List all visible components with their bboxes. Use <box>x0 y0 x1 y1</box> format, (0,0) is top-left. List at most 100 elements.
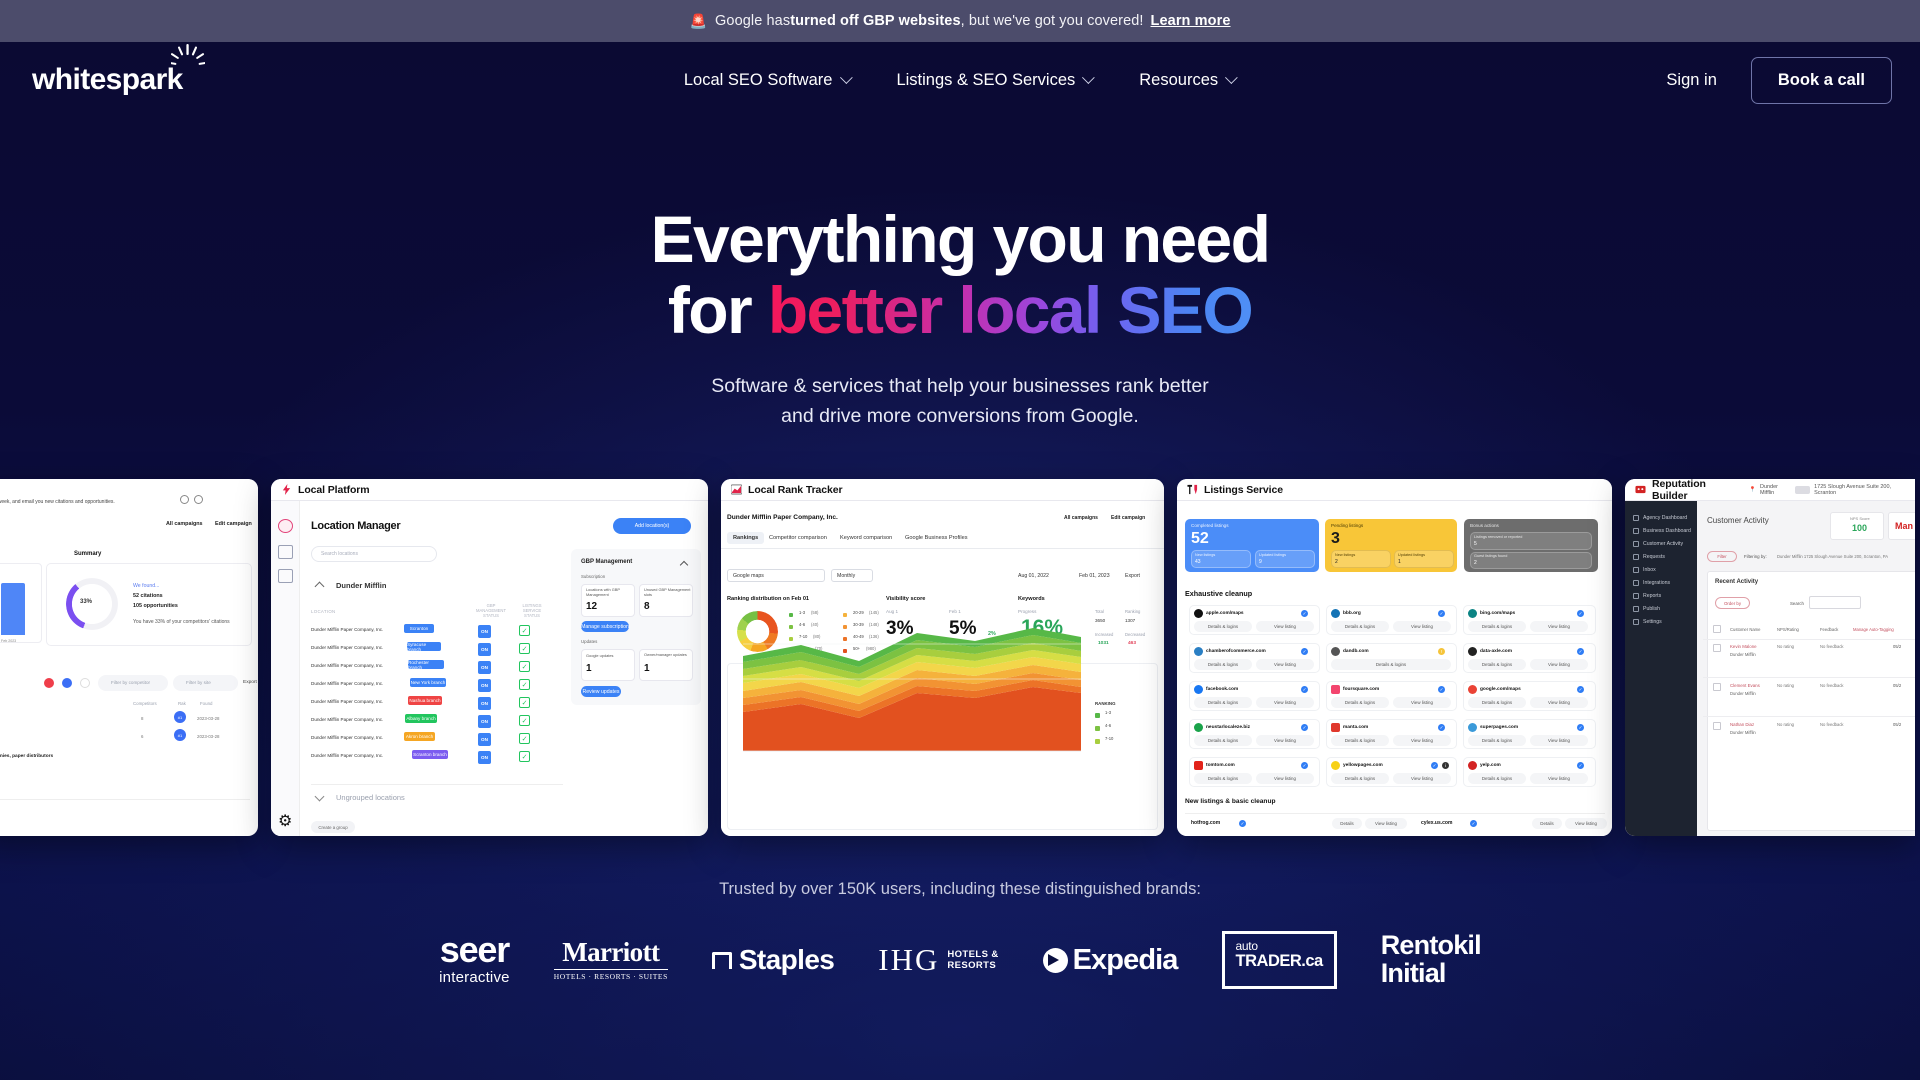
section-exhaustive-cleanup: Exhaustive cleanup <box>1185 589 1253 598</box>
view-listing-button[interactable]: View listing <box>1256 697 1314 708</box>
customer-name[interactable]: Kevin Malone <box>1730 644 1757 649</box>
order-by-button[interactable]: Order by <box>1715 597 1750 609</box>
rentokil-word2: Initial <box>1380 958 1447 988</box>
view-listing-button[interactable]: View listing <box>1530 735 1588 746</box>
details-logins-button[interactable]: Details & logins <box>1468 697 1526 708</box>
row-checkbox[interactable] <box>1713 722 1721 730</box>
whitespark-logo[interactable]: whitespark <box>32 44 205 95</box>
sidebar-item-integrations[interactable]: Integrations <box>1633 580 1670 586</box>
ranking-area-chart <box>743 628 1081 752</box>
all-campaigns-link[interactable]: All campaigns <box>166 521 203 527</box>
details-logins-button[interactable]: Details & logins <box>1331 697 1389 708</box>
autotrader-badge: auto TRADER.ca <box>1221 930 1337 990</box>
details-logins-button[interactable]: Details & logins <box>1331 773 1389 784</box>
col-found: Found <box>200 701 213 706</box>
sign-in-link[interactable]: Sign in <box>1666 71 1716 90</box>
details-logins-button[interactable]: Details & logins <box>1194 773 1252 784</box>
gear-icon[interactable] <box>180 495 189 504</box>
row-checkbox[interactable] <box>1713 683 1721 691</box>
chevron-down-icon[interactable] <box>314 791 325 802</box>
row-competitors: 8 <box>141 716 144 721</box>
view-listing-button[interactable]: View listing <box>1256 735 1314 746</box>
view-listing-button[interactable]: View listing <box>1530 697 1588 708</box>
edit-campaign-link[interactable]: Edit campaign <box>215 521 252 527</box>
manage-subscription-button[interactable]: Manage subscription <box>581 621 629 632</box>
create-group-button[interactable]: Create a group <box>311 821 355 833</box>
learn-more-link[interactable]: Learn more <box>1151 13 1231 29</box>
details-button[interactable]: Details <box>1532 818 1562 829</box>
customer-name[interactable]: Nathan Diaz <box>1730 722 1754 727</box>
kpi1-sub2-value: 9 <box>1259 559 1262 565</box>
gbp-status: ON <box>478 625 491 638</box>
card-local-rank-tracker[interactable]: Local Rank Tracker Dunder Mifflin Paper … <box>721 479 1164 836</box>
sidebar-item-inbox[interactable]: Inbox <box>1633 567 1656 573</box>
row-checkbox[interactable] <box>1713 644 1721 652</box>
view-listing-button[interactable]: View listing <box>1365 818 1407 829</box>
location-meta: 📍 Dunder Mifflin 1725 Slough Avenue Suit… <box>1749 484 1905 496</box>
view-listing-button[interactable]: View listing <box>1393 735 1451 746</box>
view-listing-button[interactable]: View listing <box>1530 773 1588 784</box>
sidebar-item-customer-activity[interactable]: Customer Activity <box>1633 541 1683 547</box>
filter-button[interactable]: Filter <box>1707 551 1737 562</box>
view-listing-button[interactable]: View listing <box>1393 773 1451 784</box>
view-listing-button[interactable]: View listing <box>1530 659 1588 670</box>
card-citation-campaign[interactable]: Campaigns keep your work organized, run … <box>0 479 258 836</box>
book-a-call-button[interactable]: Book a call <box>1750 56 1892 104</box>
details-logins-button[interactable]: Details & logins <box>1468 773 1526 784</box>
details-logins-button[interactable]: Details & logins <box>1331 659 1451 670</box>
sidebar-icon-store[interactable] <box>278 569 293 583</box>
upd2-value: 1 <box>644 663 650 674</box>
logo-marriott: Marriott HOTELS · RESORTS · SUITES <box>553 939 668 981</box>
sidebar-icon-listings[interactable] <box>278 545 293 559</box>
card-listings-service[interactable]: Listings Service Completed listings 52 N… <box>1177 479 1612 836</box>
view-listing-button[interactable]: View listing <box>1393 621 1451 632</box>
sidebar-item-requests[interactable]: Requests <box>1633 554 1665 560</box>
card-local-platform[interactable]: Local Platform ⚙ Location Manager Add lo… <box>271 479 708 836</box>
details-logins-button[interactable]: Details & logins <box>1194 735 1252 746</box>
view-listing-button[interactable]: View listing <box>1393 697 1451 708</box>
row-rank-badge: #1 <box>174 729 186 741</box>
chevron-up-icon[interactable] <box>314 581 325 592</box>
help-icon[interactable] <box>194 495 203 504</box>
details-logins-button[interactable]: Details & logins <box>1194 659 1252 670</box>
nav-resources[interactable]: Resources <box>1139 71 1239 90</box>
sidebar-item-reports[interactable]: Reports <box>1633 593 1661 599</box>
kpi1-sub2-label: Updated listings <box>1259 553 1287 557</box>
legend-dot <box>1095 726 1100 731</box>
card-reputation-builder[interactable]: Reputation Builder 📍 Dunder Mifflin 1725… <box>1625 479 1915 836</box>
directory-name: neustarlocaleze.biz <box>1206 725 1250 730</box>
rentokil-lockup: Rentokil Initial <box>1380 932 1482 988</box>
view-listing-button[interactable]: View listing <box>1256 773 1314 784</box>
directory-favicon <box>1331 609 1340 618</box>
publish-icon <box>1633 606 1639 612</box>
view-listing-button[interactable]: View listing <box>1530 621 1588 632</box>
details-logins-button[interactable]: Details & logins <box>1194 621 1252 632</box>
details-button[interactable]: Details <box>1332 818 1362 829</box>
sidebar-item-agency-dashboard[interactable]: Agency Dashboard <box>1633 515 1687 521</box>
gear-icon[interactable]: ⚙ <box>278 811 293 830</box>
customer-name[interactable]: Clement Evans <box>1730 683 1760 688</box>
sidebar-item-publish[interactable]: Publish <box>1633 606 1660 612</box>
sidebar-icon-locations[interactable] <box>278 519 293 533</box>
select-all-checkbox[interactable] <box>1713 625 1721 633</box>
nav-listings-seo-services[interactable]: Listings & SEO Services <box>896 71 1096 90</box>
customer-date: 05/2 <box>1893 683 1902 688</box>
details-logins-button[interactable]: Details & logins <box>1468 659 1526 670</box>
add-location-button[interactable]: Add location(s) <box>613 518 691 534</box>
directory-name: superpages.com <box>1480 725 1519 730</box>
details-logins-button[interactable]: Details & logins <box>1468 735 1526 746</box>
export-button[interactable]: Export <box>243 680 257 685</box>
review-updates-button[interactable]: Review updates <box>581 686 621 697</box>
search-input[interactable] <box>1809 596 1861 609</box>
seer-wordmark: seer <box>439 929 510 971</box>
view-listing-button[interactable]: View listing <box>1256 659 1314 670</box>
details-logins-button[interactable]: Details & logins <box>1194 697 1252 708</box>
view-listing-button[interactable]: View listing <box>1565 818 1607 829</box>
details-logins-button[interactable]: Details & logins <box>1468 621 1526 632</box>
details-logins-button[interactable]: Details & logins <box>1331 735 1389 746</box>
nav-local-seo-software[interactable]: Local SEO Software <box>684 71 853 90</box>
sidebar-item-business-dashboard[interactable]: Business Dashboard <box>1633 528 1691 534</box>
sidebar-item-settings[interactable]: Settings <box>1633 619 1662 625</box>
view-listing-button[interactable]: View listing <box>1256 621 1314 632</box>
details-logins-button[interactable]: Details & logins <box>1331 621 1389 632</box>
